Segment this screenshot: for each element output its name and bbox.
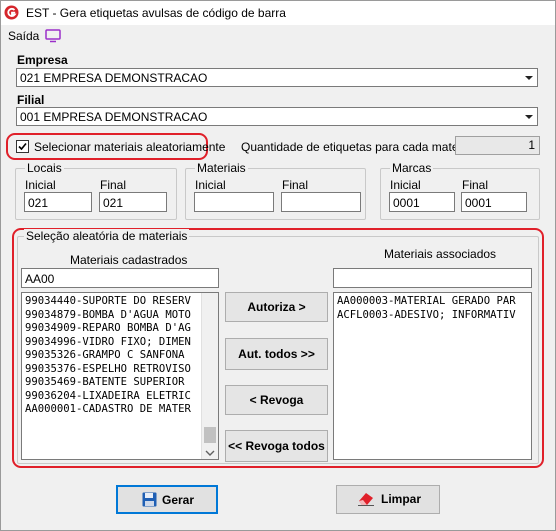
list-item[interactable]: AA000001-CADASTRO DE MATER — [25, 403, 191, 417]
list-item[interactable]: 99034909-REPARO BOMBA D'AG — [25, 322, 191, 336]
autoriza-button-label: Autoriza > — [247, 300, 306, 314]
associados-filter-input[interactable] — [333, 268, 532, 288]
quantidade-label: Quantidade de etiquetas para cada materi… — [241, 140, 475, 154]
marcas-final-label: Final — [462, 178, 489, 192]
list-item[interactable]: 99035326-GRAMPO C SANFONA — [25, 349, 191, 363]
aut-todos-button-label: Aut. todos >> — [238, 347, 315, 361]
materiais-final-input[interactable] — [281, 192, 361, 212]
empresa-label: Empresa — [17, 53, 68, 67]
materiais-inicial-label: Inicial — [195, 178, 226, 192]
monitor-icon[interactable] — [45, 29, 61, 43]
empresa-select[interactable]: 021 EMPRESA DEMONSTRACAO — [16, 68, 538, 87]
materiais-inicial-input[interactable] — [194, 192, 274, 212]
cadastrados-scrollbar[interactable] — [201, 293, 218, 459]
app-logo-icon — [4, 5, 19, 20]
list-item[interactable]: 99036204-LIXADEIRA ELETRIC — [25, 390, 191, 404]
cadastrados-label: Materiais cadastrados — [70, 253, 188, 267]
save-icon — [142, 492, 157, 510]
locais-title: Locais — [25, 161, 64, 175]
list-item[interactable]: 99034440-SUPORTE DO RESERV — [25, 295, 191, 309]
locais-inicial-value: 021 — [28, 196, 49, 210]
locais-inicial-label: Inicial — [25, 178, 56, 192]
cadastrados-list[interactable]: 99034440-SUPORTE DO RESERV 99034879-BOMBA… — [21, 292, 219, 460]
revoga-button-label: < Revoga — [249, 393, 304, 407]
menu-saida[interactable]: Saída — [8, 29, 39, 43]
aut-todos-button[interactable]: Aut. todos >> — [225, 338, 328, 370]
window-title: EST - Gera etiquetas avulsas de código d… — [26, 6, 286, 20]
list-item[interactable]: AA000003-MATERIAL GERADO PAR — [337, 295, 516, 309]
filial-label: Filial — [17, 93, 45, 107]
marcas-final-input[interactable]: 0001 — [461, 192, 527, 212]
empresa-value: 021 EMPRESA DEMONSTRACAO — [20, 71, 208, 85]
gerar-button[interactable]: Gerar — [116, 485, 218, 514]
autoriza-button[interactable]: Autoriza > — [225, 292, 328, 322]
associados-label: Materiais associados — [384, 247, 497, 261]
chevron-down-icon[interactable] — [521, 69, 537, 86]
chevron-down-icon[interactable] — [205, 446, 215, 459]
filial-value: 001 EMPRESA DEMONSTRACAO — [20, 110, 208, 124]
locais-final-value: 021 — [103, 196, 124, 210]
list-item[interactable]: 99034879-BOMBA D'AGUA MOTO — [25, 309, 191, 323]
list-item[interactable]: ACFL0003-ADESIVO; INFORMATIV — [337, 309, 516, 323]
revoga-button[interactable]: < Revoga — [225, 385, 328, 415]
aleatorio-checkbox[interactable] — [16, 140, 29, 153]
limpar-button[interactable]: Limpar — [336, 485, 440, 514]
associados-items: AA000003-MATERIAL GERADO PAR ACFL0003-ADE… — [337, 295, 516, 322]
list-item[interactable]: 99035376-ESPELHO RETROVISO — [25, 363, 191, 377]
marcas-inicial-value: 0001 — [393, 196, 420, 210]
marcas-inicial-input[interactable]: 0001 — [389, 192, 455, 212]
eraser-icon — [357, 491, 375, 509]
associados-list[interactable]: AA000003-MATERIAL GERADO PAR ACFL0003-ADE… — [333, 292, 532, 460]
revoga-todos-button-label: << Revoga todos — [228, 439, 325, 453]
locais-inicial-input[interactable]: 021 — [24, 192, 92, 212]
materiais-title: Materiais — [195, 161, 248, 175]
list-item[interactable]: 99035469-BATENTE SUPERIOR — [25, 376, 191, 390]
materiais-final-label: Final — [282, 178, 309, 192]
marcas-title: Marcas — [390, 161, 434, 175]
chevron-down-icon[interactable] — [521, 108, 537, 125]
cadastrados-filter-value: AA00 — [25, 272, 55, 286]
selecao-title: Seleção aleatória de materiais — [24, 229, 190, 243]
gerar-button-label: Gerar — [162, 493, 195, 507]
cadastrados-items: 99034440-SUPORTE DO RESERV 99034879-BOMBA… — [25, 295, 191, 417]
revoga-todos-button[interactable]: << Revoga todos — [225, 430, 328, 462]
locais-final-label: Final — [100, 178, 127, 192]
cadastrados-filter-input[interactable]: AA00 — [21, 268, 219, 288]
list-item[interactable]: 99034996-VIDRO FIXO; DIMEN — [25, 336, 191, 350]
locais-final-input[interactable]: 021 — [99, 192, 167, 212]
scroll-thumb[interactable] — [204, 427, 216, 443]
marcas-final-value: 0001 — [465, 196, 492, 210]
aleatorio-label[interactable]: Selecionar materiais aleatoriamente — [34, 140, 225, 154]
quantidade-field[interactable]: 1 — [455, 136, 540, 155]
limpar-button-label: Limpar — [381, 492, 422, 506]
filial-select[interactable]: 001 EMPRESA DEMONSTRACAO — [16, 107, 538, 126]
marcas-inicial-label: Inicial — [390, 178, 421, 192]
